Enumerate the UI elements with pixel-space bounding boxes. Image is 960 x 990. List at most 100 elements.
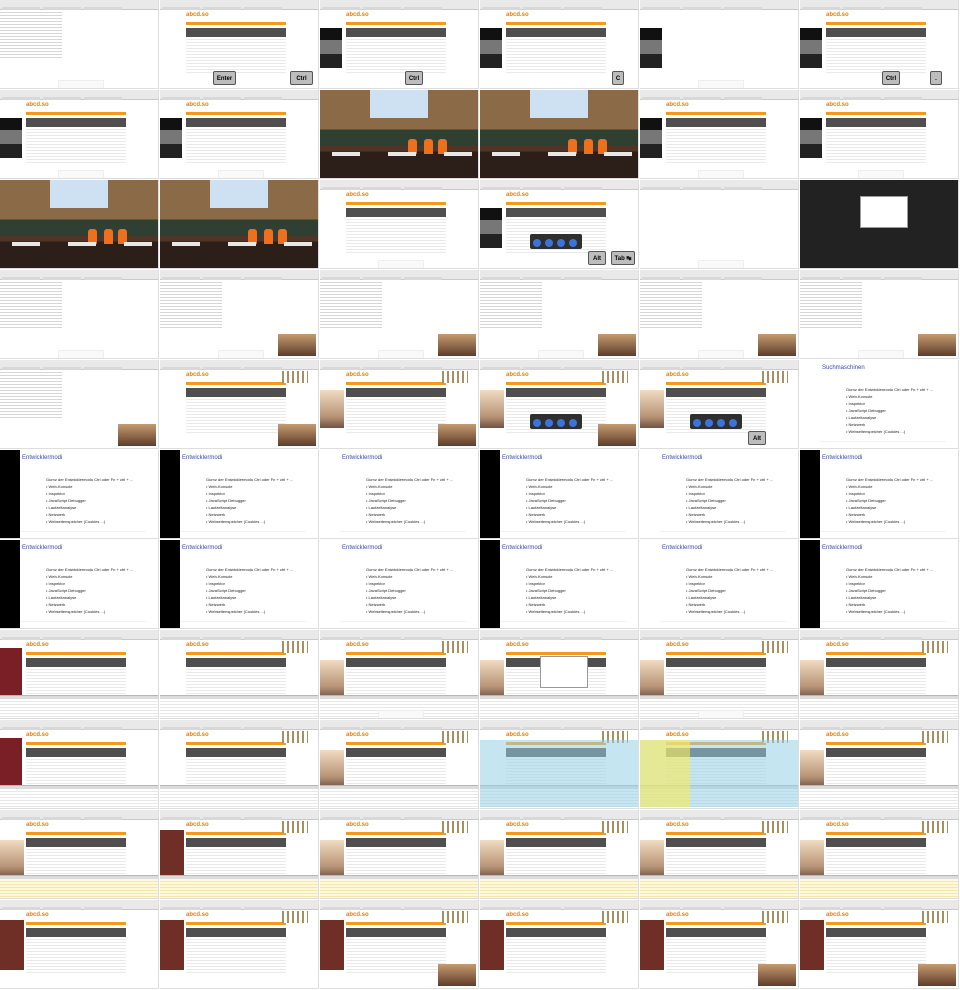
browser-thumbnail: abcd.so [480,630,639,719]
desk [12,242,40,246]
browser-chrome [320,630,478,643]
app-icon[interactable] [569,419,577,427]
site-table [26,928,126,973]
slide-title: Entwicklermodi [182,545,223,551]
app-icon[interactable] [557,239,565,247]
site-logo: abcd.so [346,642,369,648]
keyboard-overlay: Ctrl Alt [538,350,584,358]
ad-bottles [442,641,468,653]
browser-chrome [800,810,958,823]
keyboard-key: Alt [748,431,766,445]
ad-image [480,660,504,698]
site-table [666,118,766,163]
browser-thumbnail: abcd.so Ctrl Alt [640,630,799,719]
site-nav-bar [26,742,126,745]
site-nav-bar [826,22,926,25]
browser-thumbnail: abcd.so C [480,0,639,89]
browser-chrome [480,810,638,823]
app-icon[interactable] [545,239,553,247]
ad-image [640,660,664,698]
browser-thumbnail: Ctrl Alt [160,270,319,359]
ad-image [320,840,344,878]
app-icon[interactable] [693,419,701,427]
site-nav-bar [666,922,766,925]
browser-thumbnail: abcd.so Ctrl Alt [0,90,159,179]
devtools-panel [0,695,158,718]
browser-thumbnail: abcd.so [640,900,799,989]
slide-body: Gurnz der Entwicklermodu Ctrl oder Fn + … [206,567,294,614]
presentation-slide: Entwicklermodi Gurnz der Entwicklermodu C… [640,540,799,629]
browser-chrome [800,900,958,913]
site-logo: abcd.so [186,372,209,378]
browser-chrome [160,720,318,733]
app-icon[interactable] [729,419,737,427]
slide-title: Entwicklermodi [502,545,543,551]
browser-chrome [480,720,638,733]
ad-image [800,920,824,970]
ad-bottles [762,911,788,923]
site-nav-bar [346,832,446,835]
slide-body: Gurnz der Entwicklermodu Ctrl oder Fn + … [686,567,774,614]
browser-thumbnail: abcd.so [0,720,159,809]
lecture-hall-photo [320,90,479,179]
browser-chrome [160,900,318,913]
ad-bottles [282,821,308,833]
site-nav-bar [506,832,606,835]
browser-chrome [480,270,638,283]
browser-thumbnail: abcd.so [320,360,479,449]
lecture-hall-photo [160,180,319,269]
ad-bottles [922,641,948,653]
app-icon[interactable] [717,419,725,427]
dialog-box [540,656,588,688]
keyboard-overlay: Ctrl Alt [698,350,744,358]
site-logo: abcd.so [506,12,529,18]
wiki-article [480,280,542,330]
browser-chrome [0,720,158,733]
speaker [424,139,433,154]
browser-page: abcd.so [800,820,958,898]
slide-title: Entwicklermodi [662,545,703,551]
site-logo: abcd.so [186,12,209,18]
presentation-slide: Entwicklermodi Gurnz der Entwicklermodu C… [480,540,639,629]
app-icon[interactable] [705,419,713,427]
presentation-slide: Entwicklermodi Gurnz der Entwicklermodu C… [480,450,639,539]
browser-thumbnail: abcd.so Ctrl. [800,0,959,89]
browser-chrome [640,720,798,733]
site-table [26,118,126,163]
lecture-thumbnail [918,334,956,356]
slide-body: Gurnz der Entwicklermodu Ctrl oder Fn + … [526,477,614,524]
site-nav-bar [26,112,126,115]
browser-chrome [640,180,798,193]
browser-page: abcd.so [640,910,798,988]
browser-chrome [160,0,318,13]
browser-page: abcd.so [800,640,958,718]
app-icon[interactable] [557,419,565,427]
site-nav-bar [666,112,766,115]
wiki-article [0,370,62,420]
slide-footer [20,531,146,535]
site-table [346,388,446,433]
slide-footer [820,531,946,535]
lecture-hall-photo [480,90,639,179]
slide-body: Gurnz der Entwicklermodu Ctrl oder Fn + … [366,567,454,614]
app-icon[interactable] [533,239,541,247]
ad-image [160,118,182,158]
desk [332,152,360,156]
browser-thumbnail: abcd.so [640,810,799,899]
app-icon[interactable] [545,419,553,427]
keyboard-overlay: Ctrl Alt [218,170,264,178]
app-icon[interactable] [569,239,577,247]
lecture-thumbnail [758,334,796,356]
site-nav-bar [26,832,126,835]
browser-chrome [0,270,158,283]
site-nav-bar [346,652,446,655]
browser-thumbnail: abcd.so Enter ↵ Ctrl [160,0,319,89]
speaker [584,139,593,154]
slide-footer [660,621,786,625]
devtools-panel [640,875,798,898]
chalkboard [320,130,478,146]
ad-image [0,920,24,970]
app-icon[interactable] [533,419,541,427]
browser-chrome [0,90,158,103]
site-nav-bar [26,652,126,655]
